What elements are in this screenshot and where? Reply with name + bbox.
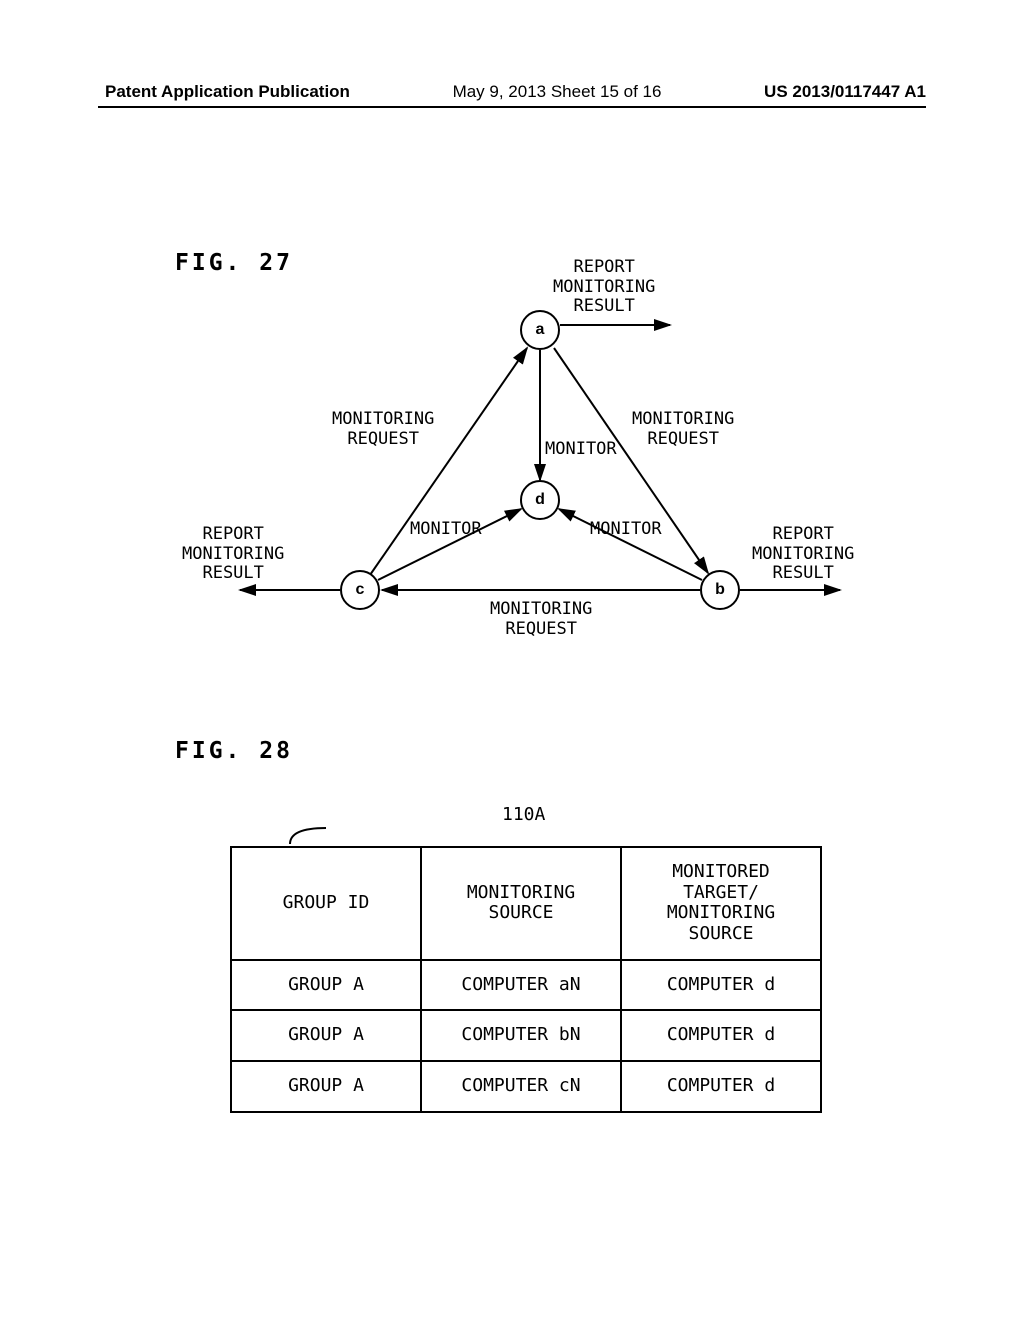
fig28-ref-hook [288,826,328,846]
label-monitor-bd: MONITOR [590,520,662,540]
label-report-c: REPORT MONITORING RESULT [182,525,284,584]
label-monitor-ad: MONITOR [545,440,617,460]
header-right: US 2013/0117447 A1 [764,82,926,102]
fig28-label: FIG. 28 [175,738,293,764]
cell: COMPUTER d [621,1010,821,1061]
th-monitored-target: MONITORED TARGET/ MONITORING SOURCE [621,847,821,960]
cell: COMPUTER bN [421,1010,621,1061]
cell: COMPUTER cN [421,1061,621,1112]
label-report-a: REPORT MONITORING RESULT [553,258,655,317]
node-d-label: d [535,491,545,509]
cell: COMPUTER d [621,1061,821,1112]
label-monreq-bottom: MONITORING REQUEST [490,600,592,639]
fig27-diagram: a b c d REPORT MONITORING RESULT REPORT … [140,270,880,660]
header-left: Patent Application Publication [105,82,350,102]
table-row: GROUP A COMPUTER cN COMPUTER d [231,1061,821,1112]
header-rule [98,106,926,108]
cell: GROUP A [231,960,421,1011]
th-group-id: GROUP ID [231,847,421,960]
table-header-row: GROUP ID MONITORING SOURCE MONITORED TAR… [231,847,821,960]
table-row: GROUP A COMPUTER aN COMPUTER d [231,960,821,1011]
fig28-ref: 110A [502,804,545,825]
label-monreq-left: MONITORING REQUEST [332,410,434,449]
node-a-label: a [536,321,545,339]
cell: GROUP A [231,1010,421,1061]
node-c-label: c [356,581,365,599]
label-monreq-right: MONITORING REQUEST [632,410,734,449]
label-monitor-cd: MONITOR [410,520,482,540]
th-monitoring-source: MONITORING SOURCE [421,847,621,960]
page-header: Patent Application Publication May 9, 20… [0,82,1024,102]
cell: COMPUTER d [621,960,821,1011]
fig28-table: GROUP ID MONITORING SOURCE MONITORED TAR… [230,846,822,1113]
node-d: d [520,480,560,520]
cell: COMPUTER aN [421,960,621,1011]
node-c: c [340,570,380,610]
table-row: GROUP A COMPUTER bN COMPUTER d [231,1010,821,1061]
header-center: May 9, 2013 Sheet 15 of 16 [453,82,662,102]
label-report-b: REPORT MONITORING RESULT [752,525,854,584]
cell: GROUP A [231,1061,421,1112]
node-b-label: b [715,581,725,599]
node-b: b [700,570,740,610]
